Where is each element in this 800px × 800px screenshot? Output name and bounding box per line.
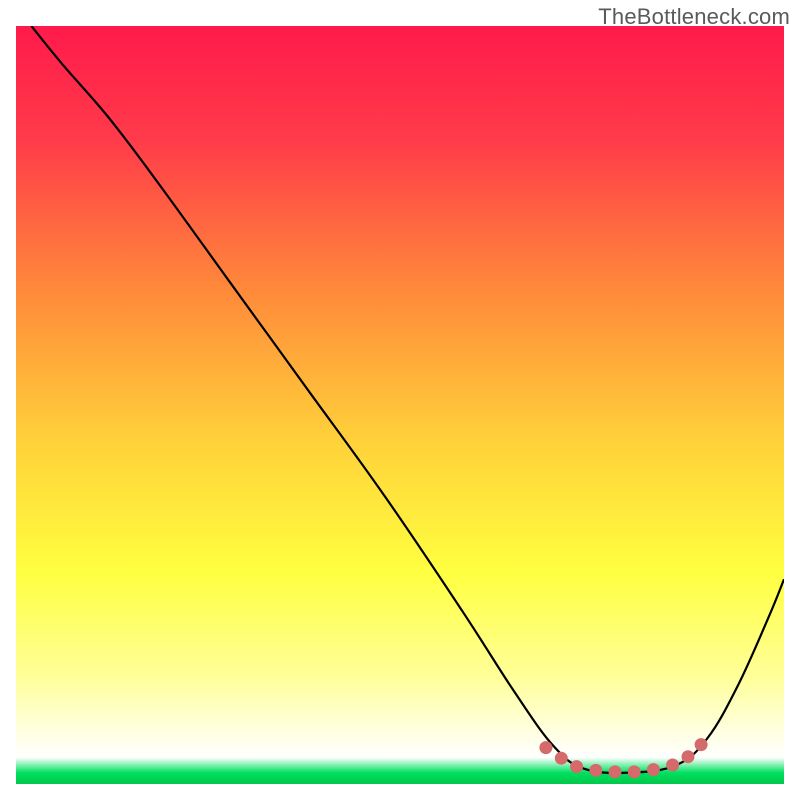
highlight-dot (647, 763, 660, 776)
highlight-dot (555, 752, 568, 765)
plot-svg (16, 26, 784, 784)
highlight-dot (666, 759, 679, 772)
highlight-dot (609, 765, 622, 778)
chart-canvas: TheBottleneck.com (0, 0, 800, 800)
watermark-text: TheBottleneck.com (598, 4, 790, 30)
gradient-background (16, 26, 784, 784)
highlight-dot (695, 738, 708, 751)
highlight-dot (570, 760, 583, 773)
highlight-dot (682, 750, 695, 763)
highlight-dot (539, 741, 552, 754)
highlight-dot (589, 764, 602, 777)
highlight-dot (628, 765, 641, 778)
